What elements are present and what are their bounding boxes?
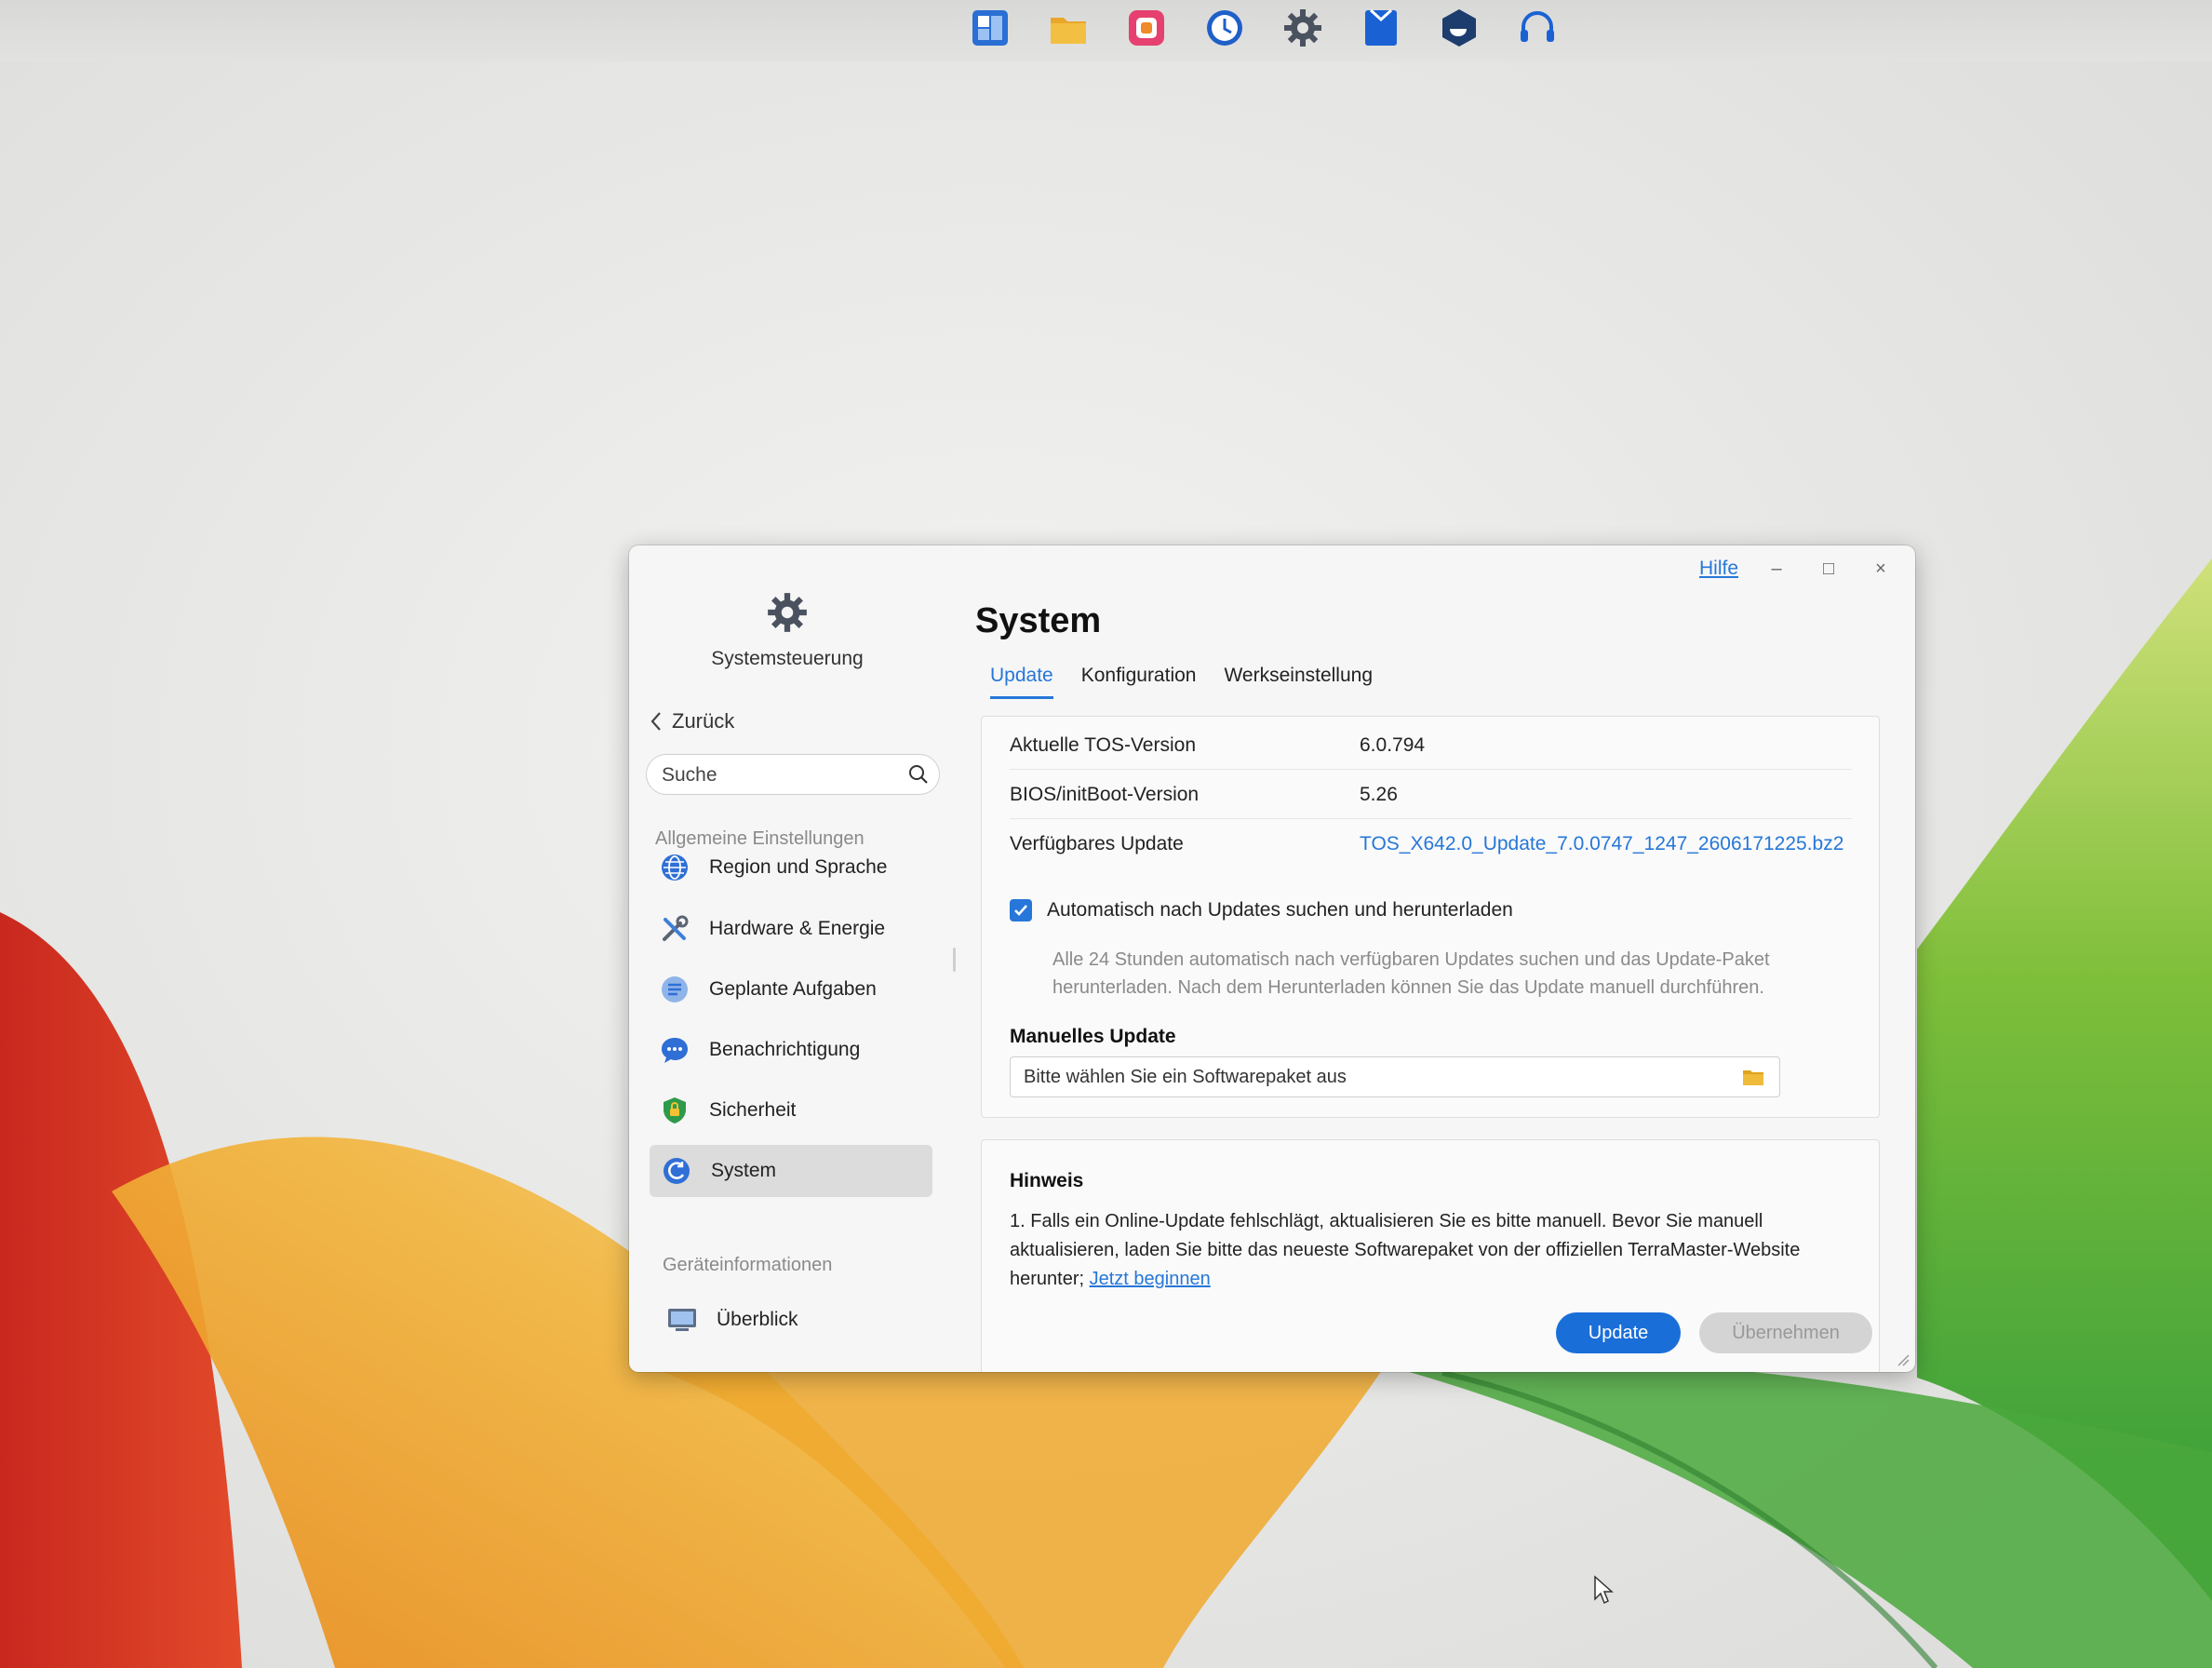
- storage-icon[interactable]: [1359, 6, 1403, 50]
- resize-handle-icon[interactable]: [1895, 1352, 1910, 1366]
- sidebar-item-label: Sicherheit: [709, 1099, 797, 1121]
- chevron-left-icon: [650, 712, 661, 731]
- tools-icon: [659, 913, 690, 945]
- control-panel-gear-icon: [768, 593, 807, 632]
- info-row-tos: Aktuelle TOS-Version 6.0.794: [1010, 720, 1852, 770]
- info-value: 6.0.794: [1360, 734, 1426, 756]
- search-box: [646, 754, 940, 795]
- top-dock: [0, 0, 2212, 61]
- backup-clock-icon[interactable]: [1202, 6, 1247, 50]
- sidebar-item-label: Überblick: [717, 1309, 798, 1330]
- checkmark-icon: [1014, 905, 1027, 916]
- sidebar-item-label: Benachrichtigung: [709, 1039, 861, 1060]
- sidebar-item-overview[interactable]: Überblick: [655, 1294, 934, 1346]
- start-now-link[interactable]: Jetzt beginnen: [1090, 1269, 1211, 1289]
- app-center-icon[interactable]: [1124, 6, 1169, 50]
- docker-icon[interactable]: [1437, 6, 1481, 50]
- search-input[interactable]: [660, 763, 896, 787]
- control-panel-window: Hilfe – □ × Systemsteuerung Zurück Allge…: [629, 545, 1915, 1372]
- tab-update[interactable]: Update: [990, 665, 1053, 699]
- available-update-link[interactable]: TOS_X642.0_Update_7.0.0747_1247_26061712…: [1360, 833, 1843, 855]
- minimize-button[interactable]: –: [1763, 555, 1790, 583]
- sidebar-item-security[interactable]: Sicherheit: [648, 1084, 927, 1137]
- hint-text: 1. Falls ein Online-Update fehlschlägt, …: [1010, 1207, 1847, 1294]
- package-file-placeholder: Bitte wählen Sie ein Softwarepaket aus: [1024, 1067, 1347, 1087]
- tasks-icon: [659, 974, 690, 1005]
- shield-icon: [659, 1095, 690, 1126]
- help-link[interactable]: Hilfe: [1699, 558, 1738, 580]
- manual-update-heading: Manuelles Update: [1010, 1026, 1176, 1047]
- sidebar-item-label: System: [711, 1160, 777, 1181]
- info-label: Verfügbares Update: [1010, 833, 1184, 854]
- info-label: BIOS/initBoot-Version: [1010, 784, 1200, 805]
- info-row-available-update: Verfügbares Update TOS_X642.0_Update_7.0…: [1010, 819, 1852, 868]
- auto-update-label: Automatisch nach Updates suchen und heru…: [1047, 899, 1513, 921]
- folder-icon[interactable]: [1742, 1068, 1764, 1086]
- support-headset-icon[interactable]: [1515, 6, 1560, 50]
- auto-update-description: Alle 24 Stunden automatisch nach verfügb…: [1052, 949, 1770, 998]
- auto-update-option: Automatisch nach Updates suchen und heru…: [1010, 899, 1513, 921]
- maximize-button[interactable]: □: [1815, 555, 1843, 583]
- sidebar-item-label: Region und Sprache: [709, 856, 888, 878]
- folder-icon[interactable]: [1046, 6, 1091, 50]
- sidebar-item-label: Geplante Aufgaben: [709, 978, 877, 1000]
- auto-update-checkbox[interactable]: [1010, 899, 1032, 921]
- app-header: Systemsteuerung: [629, 590, 945, 670]
- hint-heading: Hinweis: [1010, 1170, 1084, 1191]
- sidebar-item-label: Hardware & Energie: [709, 918, 886, 939]
- tab-configuration[interactable]: Konfiguration: [1081, 665, 1197, 699]
- package-file-picker[interactable]: Bitte wählen Sie ein Softwarepaket aus: [1010, 1056, 1780, 1097]
- chat-icon: [659, 1034, 690, 1066]
- settings-gear-icon[interactable]: [1280, 6, 1325, 50]
- sidebar: Systemsteuerung Zurück Allgemeine Einste…: [629, 545, 959, 1372]
- sidebar-item-region[interactable]: Region und Sprache: [648, 841, 927, 894]
- back-label: Zurück: [672, 709, 735, 733]
- info-value: 5.26: [1360, 784, 1398, 805]
- sidebar-scrollbar[interactable]: [953, 948, 956, 972]
- file-manager-icon[interactable]: [968, 6, 1012, 50]
- sidebar-item-hardware[interactable]: Hardware & Energie: [648, 903, 927, 955]
- monitor-icon: [666, 1304, 698, 1336]
- window-controls: Hilfe – □ ×: [1699, 555, 1895, 583]
- close-button[interactable]: ×: [1867, 555, 1895, 583]
- back-button[interactable]: Zurück: [650, 709, 734, 733]
- group-device-heading: Geräteinformationen: [663, 1255, 833, 1275]
- sidebar-item-scheduled-tasks[interactable]: Geplante Aufgaben: [648, 963, 927, 1016]
- mouse-cursor-icon: [1594, 1575, 1614, 1605]
- globe-icon: [659, 852, 690, 883]
- search-icon[interactable]: [907, 763, 930, 786]
- update-button[interactable]: Update: [1556, 1312, 1681, 1353]
- apply-button[interactable]: Übernehmen: [1699, 1312, 1872, 1353]
- info-label: Aktuelle TOS-Version: [1010, 734, 1196, 756]
- system-icon: [661, 1155, 692, 1187]
- tab-bar: Update Konfiguration Werkseinstellung: [990, 665, 1373, 699]
- update-panel: Aktuelle TOS-Version 6.0.794 BIOS/initBo…: [981, 716, 1880, 1118]
- tab-factory-settings[interactable]: Werkseinstellung: [1224, 665, 1373, 699]
- sidebar-item-notification[interactable]: Benachrichtigung: [648, 1024, 927, 1076]
- app-title: Systemsteuerung: [711, 648, 864, 669]
- page-title: System: [975, 601, 1102, 640]
- info-row-bios: BIOS/initBoot-Version 5.26: [1010, 770, 1852, 819]
- sidebar-item-system[interactable]: System: [650, 1145, 932, 1197]
